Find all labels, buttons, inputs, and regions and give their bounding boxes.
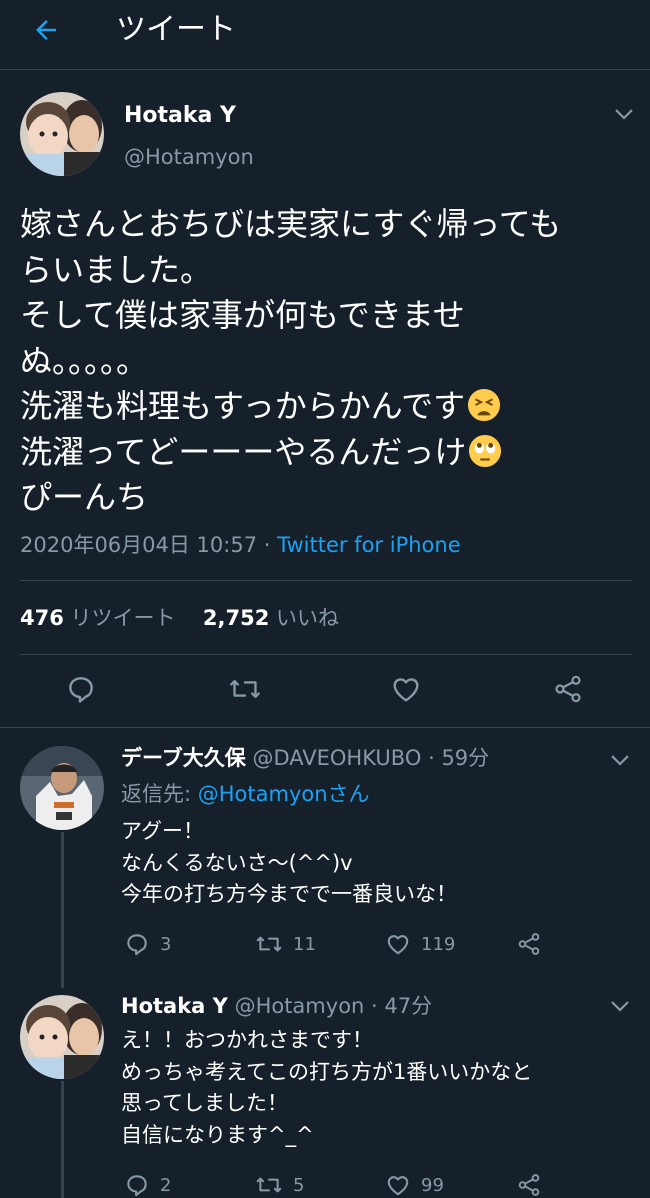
page-title: ツイート	[116, 12, 236, 47]
reply-line: めっちゃ考えてこの打ち方が1番いいかなと	[121, 1059, 533, 1084]
retweet-count: 11	[293, 933, 316, 955]
reply-author-name[interactable]: デーブ大久保	[121, 746, 246, 770]
author-handle[interactable]: @Hotamyon	[124, 142, 254, 172]
tweet-line: ぬ。。。。。	[20, 341, 149, 380]
like-icon	[387, 1176, 409, 1196]
like-button[interactable]	[389, 672, 423, 706]
retweet-count: 5	[293, 1174, 305, 1196]
like-count: 119	[421, 933, 456, 955]
like-icon	[393, 678, 419, 702]
reply-line: え！！おつかれさまです！	[121, 1028, 373, 1052]
reply-reply-button[interactable]: 2	[124, 1170, 171, 1198]
avatar-photo	[20, 92, 104, 176]
retweet-icon	[256, 936, 282, 952]
reply-line: 自信になります^_^	[121, 1122, 314, 1147]
reply-menu-button[interactable]	[608, 996, 632, 1016]
reply-line: アグー！	[121, 819, 204, 843]
tweet-timestamp: 2020年06月04日 10:57	[20, 533, 258, 557]
divider	[20, 654, 632, 655]
reply-share-button[interactable]	[516, 929, 552, 959]
meta-dot: ·	[371, 994, 378, 1018]
tweet-line-with-emoji: 洗濯も料理もすっからかんです	[20, 384, 630, 430]
reply-author-handle[interactable]: @Hotamyon	[235, 994, 365, 1018]
meta-separator: ·	[257, 533, 278, 557]
reply-line: なんくるないさ〜(^^)v	[121, 850, 353, 875]
reply-line: 思ってしました！	[121, 1091, 288, 1115]
reply-header: Hotaka Y @Hotamyon · 47分	[121, 991, 432, 1021]
like-label[interactable]: いいね	[276, 606, 339, 630]
back-button[interactable]	[24, 12, 68, 48]
reply-time: 47分	[384, 994, 433, 1018]
reply-button[interactable]	[64, 672, 98, 706]
thread-connector	[61, 1081, 64, 1198]
reply-line: 今年の打ち方今までで一番良いな！	[121, 882, 457, 906]
reply-count: 2	[160, 1174, 172, 1196]
like-count: 99	[421, 1174, 444, 1196]
reply-retweet-button[interactable]: 5	[255, 1170, 304, 1198]
section-separator	[0, 727, 650, 728]
retweet-button[interactable]	[228, 672, 262, 706]
engagement-stats: 476 リツイート 2,752 いいね	[20, 603, 339, 633]
reply-avatar[interactable]	[20, 995, 104, 1079]
reply-author-handle[interactable]: @DAVEOHKUBO	[252, 746, 421, 770]
rolling-eyes-emoji-icon	[469, 434, 502, 467]
share-icon	[518, 1174, 540, 1196]
reply-to-line: 返信先: @Hotamyonさん	[121, 779, 370, 809]
reply-text: え！！おつかれさまです！ めっちゃ考えてこの打ち方が1番いいかなと 思ってしまし…	[121, 1025, 641, 1151]
reply-icon	[127, 1175, 147, 1197]
reply-avatar[interactable]	[20, 746, 104, 830]
top-bar: ツイート	[0, 0, 650, 70]
share-icon	[518, 933, 540, 955]
share-icon	[555, 675, 581, 703]
author-name[interactable]: Hotaka Y	[124, 101, 236, 131]
reply-retweet-button[interactable]: 11	[255, 929, 316, 959]
tweet-meta: 2020年06月04日 10:57 · Twitter for iPhone	[20, 530, 461, 560]
reply-menu-button[interactable]	[608, 750, 632, 770]
reply-like-button[interactable]: 99	[385, 1170, 444, 1198]
thread-connector	[61, 832, 64, 988]
tweet-source-link[interactable]: Twitter for iPhone	[277, 533, 461, 557]
tweet-line: らいました。	[20, 250, 213, 289]
like-count[interactable]: 2,752	[203, 606, 269, 630]
tweet-detail-screen: ツイート Hotaka Y @Hotamyon 嫁さんとおちびは実家にすぐ帰って…	[0, 0, 650, 1198]
back-arrow-icon	[36, 20, 56, 40]
divider	[20, 580, 632, 581]
chevron-down-icon	[611, 755, 629, 766]
reply-reply-button[interactable]: 3	[124, 929, 171, 959]
tweet-line-with-emoji: 洗濯ってどーーーやるんだっけ	[20, 430, 630, 476]
reply-icon	[127, 934, 147, 956]
retweet-icon	[256, 1177, 282, 1193]
retweet-icon	[230, 679, 260, 699]
tweet-line: 嫁さんとおちびは実家にすぐ帰っても	[20, 205, 562, 243]
reply-to-mention[interactable]: @Hotamyonさん	[198, 782, 370, 806]
tweet-line: ぴーんち	[20, 478, 149, 516]
tweet-line: 洗濯も料理もすっからかんです	[20, 387, 466, 425]
share-button[interactable]	[551, 672, 585, 706]
tweet-menu-button[interactable]	[612, 104, 636, 124]
tweet-line: 洗濯ってどーーーやるんだっけ	[20, 432, 467, 471]
reply-icon	[69, 677, 93, 703]
reply-to-label: 返信先:	[121, 782, 192, 806]
chevron-down-icon	[611, 1001, 629, 1012]
retweet-label[interactable]: リツイート	[71, 606, 176, 630]
chevron-down-icon	[615, 109, 633, 120]
author-avatar[interactable]	[20, 92, 104, 176]
avatar-photo	[20, 995, 104, 1079]
tweet-line: そして僕は家事が何もできませ	[20, 296, 465, 334]
reply-author-name[interactable]: Hotaka Y	[121, 994, 228, 1018]
avatar-photo	[20, 746, 104, 830]
reply-header: デーブ大久保 @DAVEOHKUBO · 59分	[121, 743, 489, 773]
tweet-text: 嫁さんとおちびは実家にすぐ帰っても らいました。 そして僕は家事が何もできませ …	[20, 202, 630, 521]
reply-like-button[interactable]: 119	[385, 929, 455, 959]
reply-text: アグー！ なんくるないさ〜(^^)v 今年の打ち方今までで一番良いな！	[121, 816, 621, 911]
meta-dot: ·	[428, 746, 435, 770]
reply-time: 59分	[441, 746, 490, 770]
like-icon	[387, 935, 409, 955]
retweet-count[interactable]: 476	[20, 606, 64, 630]
reply-share-button[interactable]	[516, 1170, 552, 1198]
tired-face-emoji-icon	[468, 388, 501, 422]
reply-count: 3	[160, 933, 172, 955]
